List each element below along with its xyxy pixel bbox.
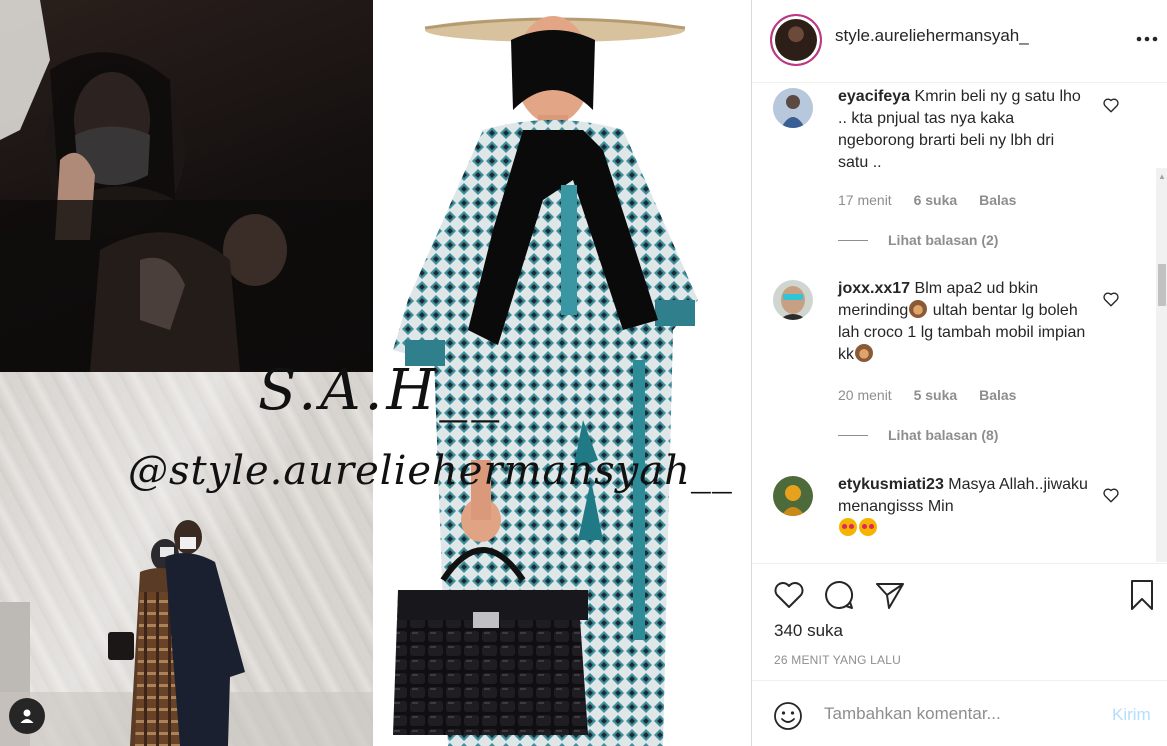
see-no-evil-monkey-emoji [855,344,873,362]
comments-scrollbar[interactable]: ▲ ▼ [1156,168,1167,562]
scroll-thumb[interactable] [1158,264,1166,306]
user-icon [20,709,34,723]
post-comment-button[interactable]: Kirim [1112,705,1151,725]
reply-button[interactable]: Balas [979,387,1016,403]
post-header: style.aureliehermansyah_ [752,0,1167,83]
avatar[interactable] [770,14,822,66]
reply-button[interactable]: Balas [979,192,1016,208]
view-replies-button[interactable]: Lihat balasan (2) [838,232,998,248]
heart-eyes-emoji [839,518,857,536]
view-replies-label: Lihat balasan (2) [888,232,999,248]
comment-input[interactable] [824,697,1094,731]
heart-icon[interactable] [772,578,806,612]
collage-photo-top-left [0,0,373,372]
add-comment-form: Kirim [752,680,1167,746]
comment-meta: 17 menit 6 suka Balas [838,192,1034,208]
comment-username[interactable]: joxx.xx17 [838,280,910,297]
divider [838,239,868,241]
heart-icon[interactable] [1102,290,1120,308]
comment-time: 20 menit [838,387,892,403]
see-no-evil-monkey-emoji [909,300,928,318]
post-author-username[interactable]: style.aureliehermansyah_ [835,26,1029,46]
avatar[interactable] [773,476,813,516]
scroll-up-arrow-icon[interactable]: ▲ [1158,172,1166,181]
comment-username[interactable]: eyacifeya [838,88,910,105]
avatar-photo [773,476,813,516]
avatar[interactable] [773,280,813,320]
collage-photo-bottom-left [0,372,373,746]
post-actions: 340 suka 26 MENIT YANG LALU [752,563,1167,680]
view-replies-button[interactable]: Lihat balasan (8) [838,427,998,443]
comment-likes[interactable]: 6 suka [914,192,958,208]
comments-list[interactable]: eyacifeya Kmrin beli ny g satu lho .. kt… [752,84,1167,562]
post-sidebar: style.aureliehermansyah_ eyacifeya Kmrin… [751,0,1167,746]
masked-woman-photo [0,0,373,372]
avatar[interactable] [773,88,813,128]
collage-credit-text: S.A.H__ [258,358,504,423]
avatar-photo [773,88,813,128]
comment-bubble-icon[interactable] [822,578,856,612]
couple-photo [0,520,373,746]
likes-count[interactable]: 340 suka [774,621,843,641]
comment-likes[interactable]: 5 suka [914,387,958,403]
comment-time: 17 menit [838,192,892,208]
post-timestamp[interactable]: 26 MENIT YANG LALU [774,653,901,667]
paper-plane-icon[interactable] [873,578,907,612]
more-options-icon[interactable] [1134,28,1160,50]
divider [838,434,868,436]
view-replies-label: Lihat balasan (8) [888,427,999,443]
tagged-users-button[interactable] [9,698,45,734]
comment-username[interactable]: etykusmiati23 [838,476,944,493]
collage-handle-watermark: @style.aureliehermansyah__ [128,448,733,494]
post-image[interactable]: S.A.H__ @style.aureliehermansyah__ [0,0,751,746]
bookmark-icon[interactable] [1125,578,1159,612]
avatar-photo [773,280,813,320]
smiley-icon[interactable] [772,700,804,732]
comment-meta: 20 menit 5 suka Balas [838,387,1034,403]
heart-icon[interactable] [1102,96,1120,114]
heart-icon[interactable] [1102,486,1120,504]
heart-eyes-emoji [859,518,877,536]
